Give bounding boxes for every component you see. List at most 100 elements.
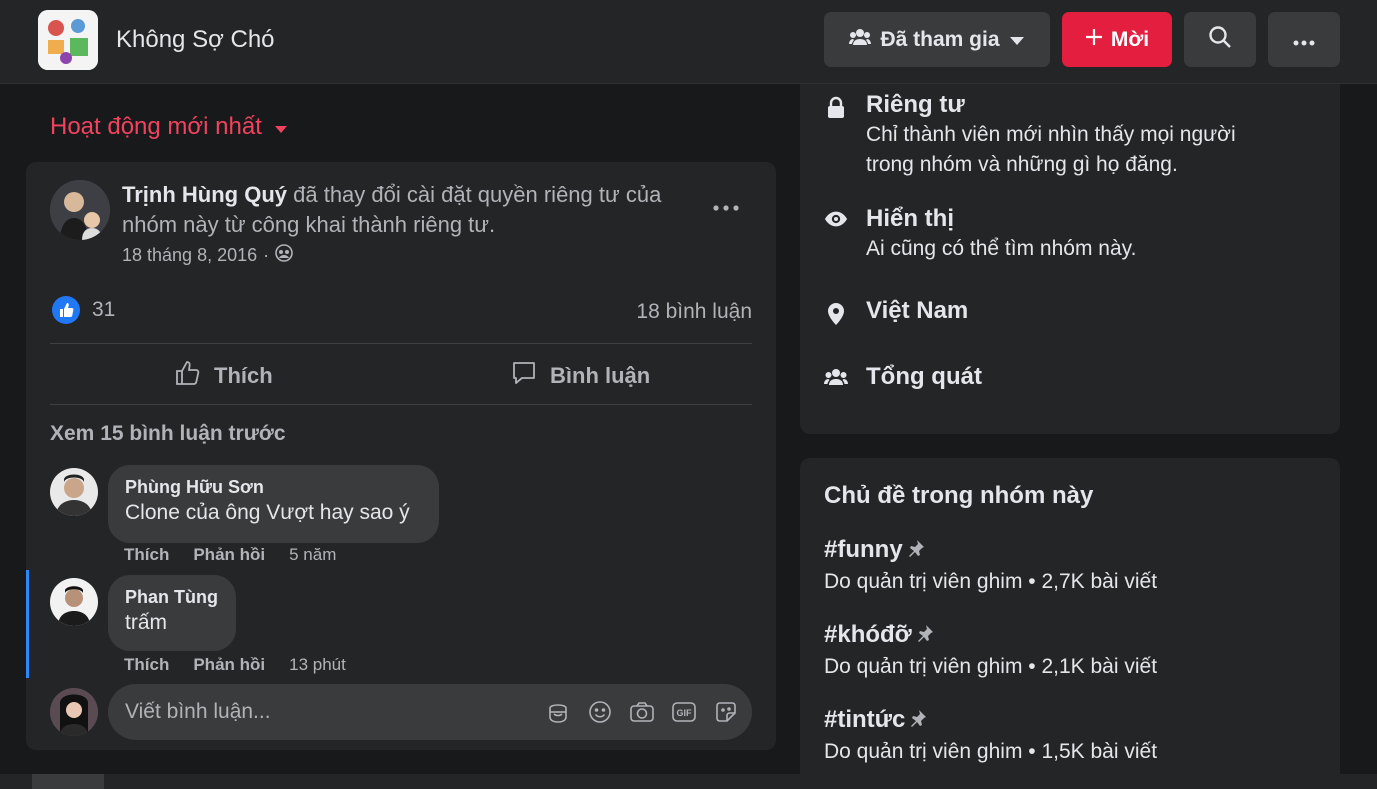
invite-button[interactable]: Mời	[1062, 12, 1172, 67]
members-icon	[849, 28, 872, 52]
post-more-button[interactable]	[706, 188, 746, 228]
invite-label: Mời	[1110, 27, 1150, 51]
topic-tag-label: #funny	[824, 536, 903, 563]
comment-input[interactable]	[125, 700, 525, 724]
topic-meta: Do quản trị viên ghim • 1,5K bài viết	[824, 740, 1158, 763]
feed-sort-label: Hoạt động mới nhất	[50, 113, 262, 140]
commenter-avatar[interactable]	[50, 578, 98, 626]
divider	[50, 404, 752, 405]
privacy-title: Riêng tư	[866, 91, 965, 118]
category-row: Tổng quát	[824, 362, 982, 392]
pin-icon	[916, 621, 934, 649]
topic-tag[interactable]: #funny	[824, 536, 1157, 564]
lock-icon	[824, 90, 848, 180]
comment-like-button[interactable]: Thích	[124, 655, 169, 675]
eye-icon	[824, 204, 848, 264]
category-title: Tổng quát	[866, 363, 982, 390]
bottom-bar	[0, 774, 1377, 789]
post-text: Trịnh Hùng Quý đã thay đổi cài đặt quyền…	[122, 180, 682, 240]
topic-meta: Do quản trị viên ghim • 2,1K bài viết	[824, 655, 1158, 678]
group-audience-icon	[275, 244, 293, 267]
bottom-bar-item[interactable]	[32, 774, 104, 789]
caret-down-icon	[1009, 28, 1025, 52]
sticker-icon[interactable]	[712, 698, 740, 726]
pin-icon	[909, 706, 927, 734]
post-date[interactable]: 18 tháng 8, 2016	[122, 245, 257, 266]
comment-time[interactable]: 13 phút	[289, 655, 346, 675]
location-pin-icon	[824, 296, 848, 326]
joined-button[interactable]: Đã tham gia	[824, 12, 1050, 67]
comment-reply-button[interactable]: Phản hồi	[193, 655, 265, 675]
comment-label: Bình luận	[550, 363, 651, 388]
search-icon	[1208, 25, 1232, 55]
more-options-button[interactable]	[1268, 12, 1340, 67]
like-count: 31	[92, 298, 116, 321]
gif-icon[interactable]: GIF	[670, 698, 698, 726]
comment-time[interactable]: 5 năm	[289, 545, 336, 565]
group-header: Không Sợ Chó Đã tham gia Mời	[0, 0, 1377, 84]
post-card: Trịnh Hùng Quý đã thay đổi cài đặt quyền…	[26, 162, 776, 750]
comment-composer: GIF	[108, 684, 752, 740]
location-title: Việt Nam	[866, 297, 969, 324]
ellipsis-icon	[1293, 28, 1315, 52]
meta-separator: ·	[263, 245, 270, 265]
comment-bubble: Phan Tùng trấm	[108, 575, 236, 651]
group-avatar[interactable]	[38, 10, 98, 70]
comment-count[interactable]: 18 bình luận	[636, 300, 752, 324]
thumbs-up-icon	[174, 359, 202, 393]
privacy-row: Riêng tư Chỉ thành viên mới nhìn thấy mọ…	[824, 90, 1286, 180]
comment-button[interactable]: Bình luận	[510, 352, 650, 400]
topic-tag[interactable]: #tintức	[824, 706, 1157, 734]
comment-like-button[interactable]: Thích	[124, 545, 169, 565]
topic-meta: Do quản trị viên ghim • 2,7K bài viết	[824, 570, 1158, 593]
post-meta: 18 tháng 8, 2016 ·	[122, 244, 293, 267]
comment-reply-button[interactable]: Phản hồi	[193, 545, 265, 565]
comment-text: Clone của ông Vượt hay sao ý	[125, 501, 410, 524]
caret-down-icon	[274, 113, 288, 141]
like-button[interactable]: Thích	[174, 352, 273, 400]
app-window: Không Sợ Chó Đã tham gia Mời Hoạt động m…	[0, 0, 1377, 789]
people-icon	[824, 362, 848, 392]
group-name[interactable]: Không Sợ Chó	[116, 26, 275, 54]
reaction-summary[interactable]: 31	[52, 296, 115, 324]
plus-icon	[1085, 28, 1103, 52]
joined-label: Đã tham gia	[880, 27, 1000, 51]
about-card: Riêng tư Chỉ thành viên mới nhìn thấy mọ…	[800, 84, 1340, 434]
comment-actions: Thích Phản hồi 13 phút	[124, 655, 346, 675]
comment-text: trấm	[125, 611, 167, 634]
svg-text:GIF: GIF	[677, 708, 693, 718]
new-comment-indicator	[26, 570, 29, 678]
feed-sort-dropdown[interactable]: Hoạt động mới nhất	[50, 113, 288, 141]
commenter-avatar[interactable]	[50, 468, 98, 516]
topics-card: Chủ đề trong nhóm này #funny Do quản trị…	[800, 458, 1340, 789]
visibility-row: Hiển thị Ai cũng có thể tìm nhóm này.	[824, 204, 1286, 264]
topic-item[interactable]: #funny Do quản trị viên ghim • 2,7K bài …	[824, 536, 1157, 594]
visibility-title: Hiển thị	[866, 205, 954, 232]
current-user-avatar[interactable]	[50, 688, 98, 736]
like-label: Thích	[214, 363, 273, 388]
search-button[interactable]	[1184, 12, 1256, 67]
topic-tag-label: #tintức	[824, 706, 906, 733]
post-author-name[interactable]: Trịnh Hùng Quý	[122, 182, 287, 207]
view-previous-comments[interactable]: Xem 15 bình luận trước	[50, 422, 286, 446]
topic-item[interactable]: #khóđỡ Do quản trị viên ghim • 2,1K bài …	[824, 621, 1157, 679]
divider	[50, 343, 752, 344]
visibility-description: Ai cũng có thể tìm nhóm này.	[866, 237, 1137, 260]
topic-tag-label: #khóđỡ	[824, 621, 912, 648]
comment-actions: Thích Phản hồi 5 năm	[124, 545, 336, 565]
composer-icons: GIF	[544, 698, 740, 726]
privacy-description: Chỉ thành viên mới nhìn thấy mọi người t…	[866, 123, 1236, 176]
commenter-name[interactable]: Phan Tùng	[125, 585, 219, 609]
topic-item[interactable]: #tintức Do quản trị viên ghim • 1,5K bài…	[824, 706, 1157, 764]
like-reaction-icon	[52, 296, 80, 324]
speech-bubble-icon	[510, 359, 538, 393]
pin-icon	[907, 536, 925, 564]
topic-tag[interactable]: #khóđỡ	[824, 621, 1157, 649]
author-avatar[interactable]	[50, 180, 110, 240]
topics-title: Chủ đề trong nhóm này	[824, 482, 1094, 509]
camera-icon[interactable]	[628, 698, 656, 726]
emoji-icon[interactable]	[586, 698, 614, 726]
location-row: Việt Nam	[824, 296, 968, 326]
avatar-sticker-icon[interactable]	[544, 698, 572, 726]
commenter-name[interactable]: Phùng Hữu Sơn	[125, 475, 422, 499]
